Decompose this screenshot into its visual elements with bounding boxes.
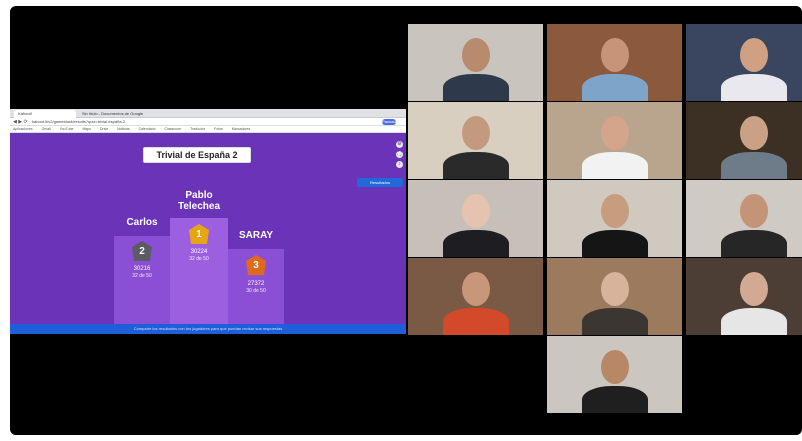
participant-head xyxy=(739,116,768,150)
settings-icon[interactable]: ⚙ xyxy=(396,141,403,148)
participant-body xyxy=(720,74,787,101)
participant-head xyxy=(739,194,768,228)
participant-video-tile[interactable] xyxy=(547,24,682,101)
participant-body xyxy=(581,230,648,257)
correct-count: 30 de 50 xyxy=(246,288,266,294)
podium-name-third: SARAY xyxy=(238,230,274,241)
browser-tab-strip: Kahoot! Sin título - Documentos de Googl… xyxy=(10,109,406,118)
participant-head xyxy=(739,272,768,306)
participant-body xyxy=(581,74,648,101)
second-place-score: 30216 32 de 50 xyxy=(114,266,170,280)
bookmark-item[interactable]: Fotos xyxy=(214,127,223,131)
participant-video-tile[interactable] xyxy=(408,258,543,335)
correct-count: 32 de 50 xyxy=(189,256,209,262)
participant-head xyxy=(461,194,490,228)
participant-body xyxy=(720,152,787,179)
participant-video-tile[interactable] xyxy=(686,258,802,335)
participant-silhouette xyxy=(441,180,511,257)
bookmark-item[interactable]: Classroom xyxy=(165,127,182,131)
participant-silhouette xyxy=(441,102,511,179)
quiz-title: Trivial de España 2 xyxy=(143,147,251,163)
participant-silhouette xyxy=(580,102,650,179)
participant-silhouette xyxy=(580,258,650,335)
participant-silhouette xyxy=(719,258,789,335)
volume-icon[interactable]: ♪ xyxy=(396,161,403,168)
shared-screen: Kahoot! Sin título - Documentos de Googl… xyxy=(10,109,406,334)
participant-silhouette xyxy=(580,180,650,257)
bookmarks-bar: Aplicaciones Gmail YouTube Maps Drive No… xyxy=(10,126,406,133)
participant-video-tile[interactable] xyxy=(408,102,543,179)
participant-head xyxy=(600,116,629,150)
participant-head xyxy=(461,38,490,72)
participant-video-tile[interactable] xyxy=(547,102,682,179)
participant-video-tile[interactable] xyxy=(408,24,543,101)
participant-silhouette xyxy=(580,336,650,413)
meeting-window: Kahoot! Sin título - Documentos de Googl… xyxy=(10,6,802,435)
participant-silhouette xyxy=(580,24,650,101)
participant-head xyxy=(600,194,629,228)
bookmark-item[interactable]: Gmail xyxy=(42,127,51,131)
third-place-score: 27372 30 de 50 xyxy=(228,281,284,295)
participant-head xyxy=(461,272,490,306)
participant-video-tile[interactable] xyxy=(547,258,682,335)
participant-video-tile[interactable] xyxy=(408,180,543,257)
participant-body xyxy=(442,152,509,179)
navigation-arrows-icon[interactable]: ◀ ▶ ⟳ xyxy=(13,119,28,125)
score-value: 30224 xyxy=(190,249,208,255)
participant-head xyxy=(461,116,490,150)
score-value: 27372 xyxy=(247,281,265,287)
participant-video-tile[interactable] xyxy=(547,180,682,257)
bookmark-item[interactable]: Maps xyxy=(82,127,91,131)
side-controls: ⚙ ⛶ ♪ xyxy=(396,141,404,171)
participant-video-tile[interactable] xyxy=(686,180,802,257)
participant-silhouette xyxy=(441,258,511,335)
profile-button[interactable]: Pausada xyxy=(382,119,398,125)
bookmark-item[interactable]: Marcadores xyxy=(232,127,250,131)
participant-video-tile[interactable] xyxy=(686,24,802,101)
bookmark-item[interactable]: Calendario xyxy=(139,127,156,131)
browser-tab-kahoot[interactable]: Kahoot! xyxy=(14,110,76,118)
participant-head xyxy=(739,38,768,72)
bookmark-item[interactable]: Drive xyxy=(100,127,108,131)
bookmark-item[interactable]: Aplicaciones xyxy=(13,127,33,131)
participant-body xyxy=(720,308,787,335)
first-place-score: 30224 32 de 50 xyxy=(170,249,228,263)
participant-body xyxy=(442,308,509,335)
podium-name-second: Carlos xyxy=(126,217,158,228)
participant-video-tile[interactable] xyxy=(547,336,682,413)
podium-name-first: Pablo Telechea xyxy=(177,190,221,212)
participant-silhouette xyxy=(719,180,789,257)
participant-body xyxy=(442,74,509,101)
participant-silhouette xyxy=(441,24,511,101)
bookmark-item[interactable]: Noticias xyxy=(117,127,129,131)
score-value: 30216 xyxy=(133,266,151,272)
participant-head xyxy=(600,350,629,384)
browser-tab-docs[interactable]: Sin título - Documentos de Google xyxy=(78,110,150,118)
bookmark-item[interactable]: YouTube xyxy=(60,127,74,131)
url-text: kahoot.it/v2/gameblock/results?quiz=triv… xyxy=(32,119,126,124)
results-button[interactable]: Resultados xyxy=(357,178,403,187)
correct-count: 32 de 50 xyxy=(132,273,152,279)
participant-silhouette xyxy=(719,24,789,101)
participant-body xyxy=(442,230,509,257)
participant-video-tile[interactable] xyxy=(686,102,802,179)
participant-head xyxy=(600,38,629,72)
participant-body xyxy=(581,152,648,179)
participant-head xyxy=(600,272,629,306)
footer-banner: Comparte los resultados con tus jugadore… xyxy=(10,324,406,334)
bookmark-item[interactable]: Traductor xyxy=(190,127,205,131)
fullscreen-icon[interactable]: ⛶ xyxy=(396,151,403,158)
address-bar[interactable]: ◀ ▶ ⟳ kahoot.it/v2/gameblock/results?qui… xyxy=(10,118,406,126)
participant-body xyxy=(720,230,787,257)
participant-body xyxy=(581,308,648,335)
participant-silhouette xyxy=(719,102,789,179)
participant-body xyxy=(581,386,648,413)
